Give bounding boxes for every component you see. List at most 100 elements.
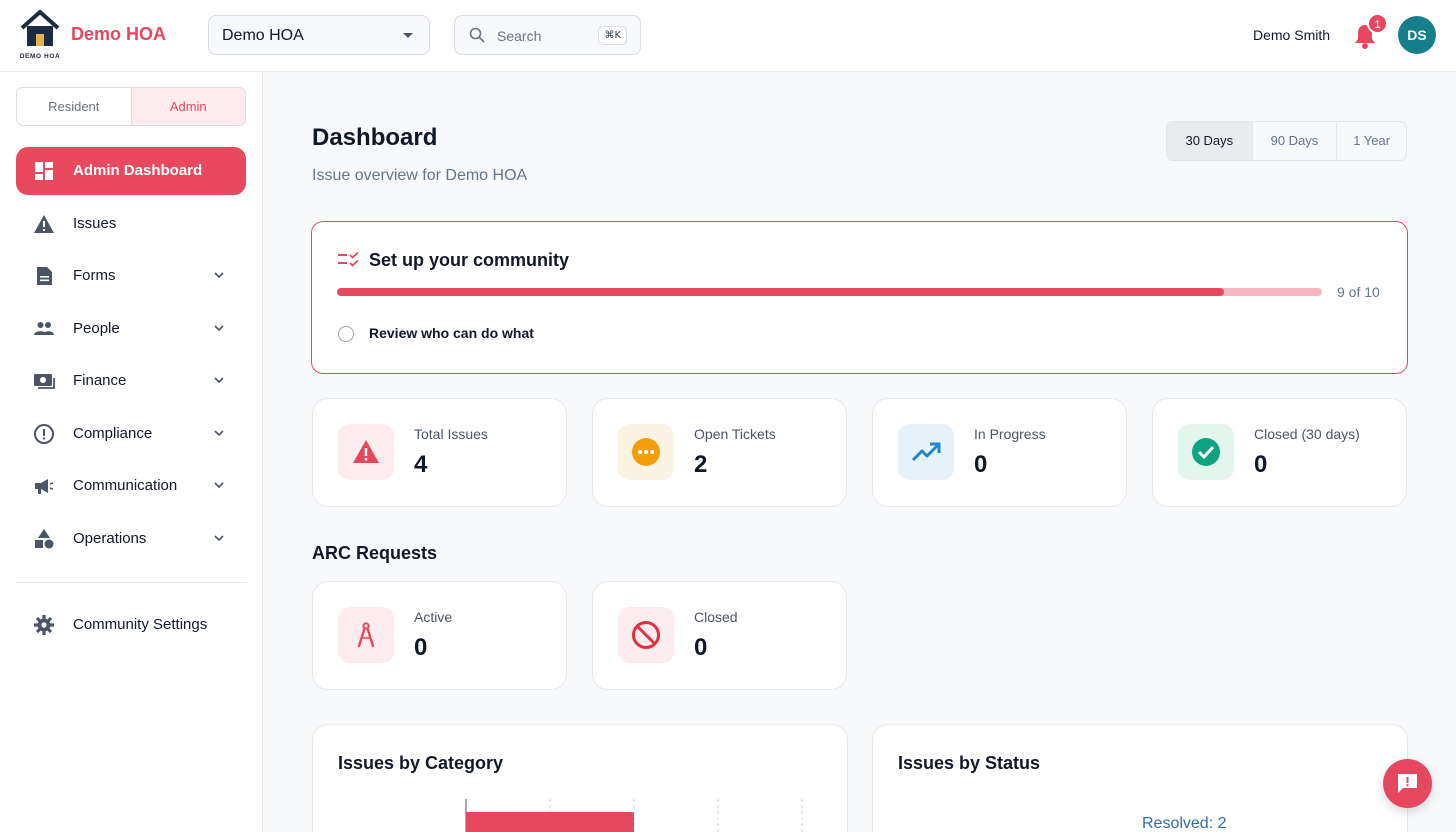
dashboard-icon [35,162,53,180]
stat-label: Total Issues [414,426,488,442]
category-bar[interactable] [466,812,634,832]
task-checkbox[interactable] [338,326,354,342]
chevron-down-icon [214,430,224,437]
chevron-down-icon [403,33,413,38]
stat-value: 2 [694,451,708,478]
role-tab-admin[interactable]: Admin [130,88,245,125]
avatar[interactable]: DS [1398,16,1436,54]
sidebar-item-community-settings[interactable]: Community Settings [16,601,246,649]
sidebar-item-label: Admin Dashboard [73,162,203,179]
stat-label: Open Tickets [694,426,776,442]
trending-up-icon [911,442,941,462]
setup-progress-text: 9 of 10 [1337,284,1380,300]
stat-card-closed[interactable]: Closed (30 days) 0 [1152,398,1407,507]
stat-icon-bg [338,424,394,480]
search-icon [469,27,485,43]
logo-caption: DEMO HOA [19,53,61,60]
setup-title: Set up your community [369,250,570,270]
feedback-chat-button[interactable] [1383,759,1432,808]
sidebar-item-forms[interactable]: Forms [16,252,246,300]
role-toggle: Resident Admin [16,87,246,126]
checklist-icon [338,252,359,267]
stat-label: Closed [694,609,738,625]
date-range-selector: 30 Days 90 Days 1 Year [1166,121,1407,161]
arc-card-closed[interactable]: Closed 0 [592,581,847,690]
setup-progress-bar [337,288,1322,296]
stat-card-open-tickets[interactable]: Open Tickets 2 [592,398,847,507]
chart-title: Issues by Category [338,753,504,773]
sidebar-item-label: Compliance [73,425,153,442]
hoa-logo[interactable]: DEMO HOA [18,8,62,62]
sidebar-item-admin-dashboard[interactable]: Admin Dashboard [16,147,246,195]
stat-card-in-progress[interactable]: In Progress 0 [872,398,1127,507]
arc-requests-heading: ARC Requests [312,543,438,563]
sidebar-item-operations[interactable]: Operations [16,515,246,563]
stat-value: 0 [694,634,708,661]
stat-value: 0 [974,451,988,478]
task-label[interactable]: Review who can do what [369,325,534,341]
compass-drafting-icon [357,622,375,648]
sidebar-item-label: Communication [73,477,178,494]
search-input[interactable]: Search ⌘K [454,15,641,55]
sidebar-item-finance[interactable]: Finance [16,357,246,405]
hoa-selector[interactable]: Demo HOA [208,15,430,55]
issues-by-category-card: Issues by Category [312,724,848,832]
stat-value: 0 [414,634,428,661]
sidebar-item-compliance[interactable]: Compliance [16,410,246,458]
page-subtitle: Issue overview for Demo HOA [312,167,528,184]
hoa-selector-value: Demo HOA [222,27,304,44]
range-90-days[interactable]: 90 Days [1251,122,1337,160]
sidebar-item-label: Forms [73,267,116,284]
notification-badge: 1 [1367,13,1388,34]
range-30-days[interactable]: 30 Days [1167,122,1252,160]
sidebar-item-label: People [73,320,120,337]
top-bar: DEMO HOA Demo HOA Demo HOA Search ⌘K Dem… [0,0,1456,72]
sidebar-item-label: Operations [73,530,147,547]
sidebar-item-issues[interactable]: Issues [16,200,246,248]
sidebar: Resident Admin Admin Dashboard Issues Fo… [0,72,263,832]
warning-icon [34,215,54,233]
role-tab-resident[interactable]: Resident [17,88,131,125]
sidebar-item-communication[interactable]: Communication [16,462,246,510]
gear-icon [34,615,54,635]
chevron-down-icon [214,377,224,384]
stat-icon-bg [338,607,394,663]
search-placeholder: Search [497,28,542,44]
shapes-icon [35,529,54,549]
setup-progress-fill [337,288,1224,296]
stat-icon-bg [618,424,674,480]
stat-card-total-issues[interactable]: Total Issues 4 [312,398,567,507]
chat-alert-icon [1398,774,1417,793]
people-icon [34,322,54,335]
stat-icon-bg [898,424,954,480]
chevron-down-icon [214,535,224,542]
sidebar-item-label: Finance [73,372,127,389]
stat-value: 4 [414,451,428,478]
page-title: Dashboard [312,124,438,151]
user-name[interactable]: Demo Smith [1253,27,1330,43]
stat-label: Active [414,609,453,625]
stat-value: 0 [1254,451,1268,478]
money-icon [34,374,55,389]
sidebar-item-people[interactable]: People [16,305,246,353]
megaphone-icon [35,479,54,494]
sidebar-divider [16,582,246,583]
document-icon [37,267,52,285]
range-1-year[interactable]: 1 Year [1336,122,1406,160]
warning-icon [353,440,379,463]
chart-title: Issues by Status [898,753,1041,773]
sidebar-item-label: Community Settings [73,616,208,633]
chevron-down-icon [214,325,224,332]
sidebar-item-label: Issues [73,215,117,232]
alert-circle-icon [34,424,54,444]
arc-card-active[interactable]: Active 0 [312,581,567,690]
issues-by-status-card: Issues by Status Resolved: 2 [872,724,1408,832]
stat-label: In Progress [974,426,1046,442]
block-icon [632,621,660,649]
chevron-down-icon [214,482,224,489]
check-circle-icon [1192,438,1220,466]
brand-name[interactable]: Demo HOA [71,24,166,45]
more-dots-icon [632,438,660,466]
category-chart [465,799,803,832]
status-label-resolved: Resolved: 2 [1142,815,1227,832]
